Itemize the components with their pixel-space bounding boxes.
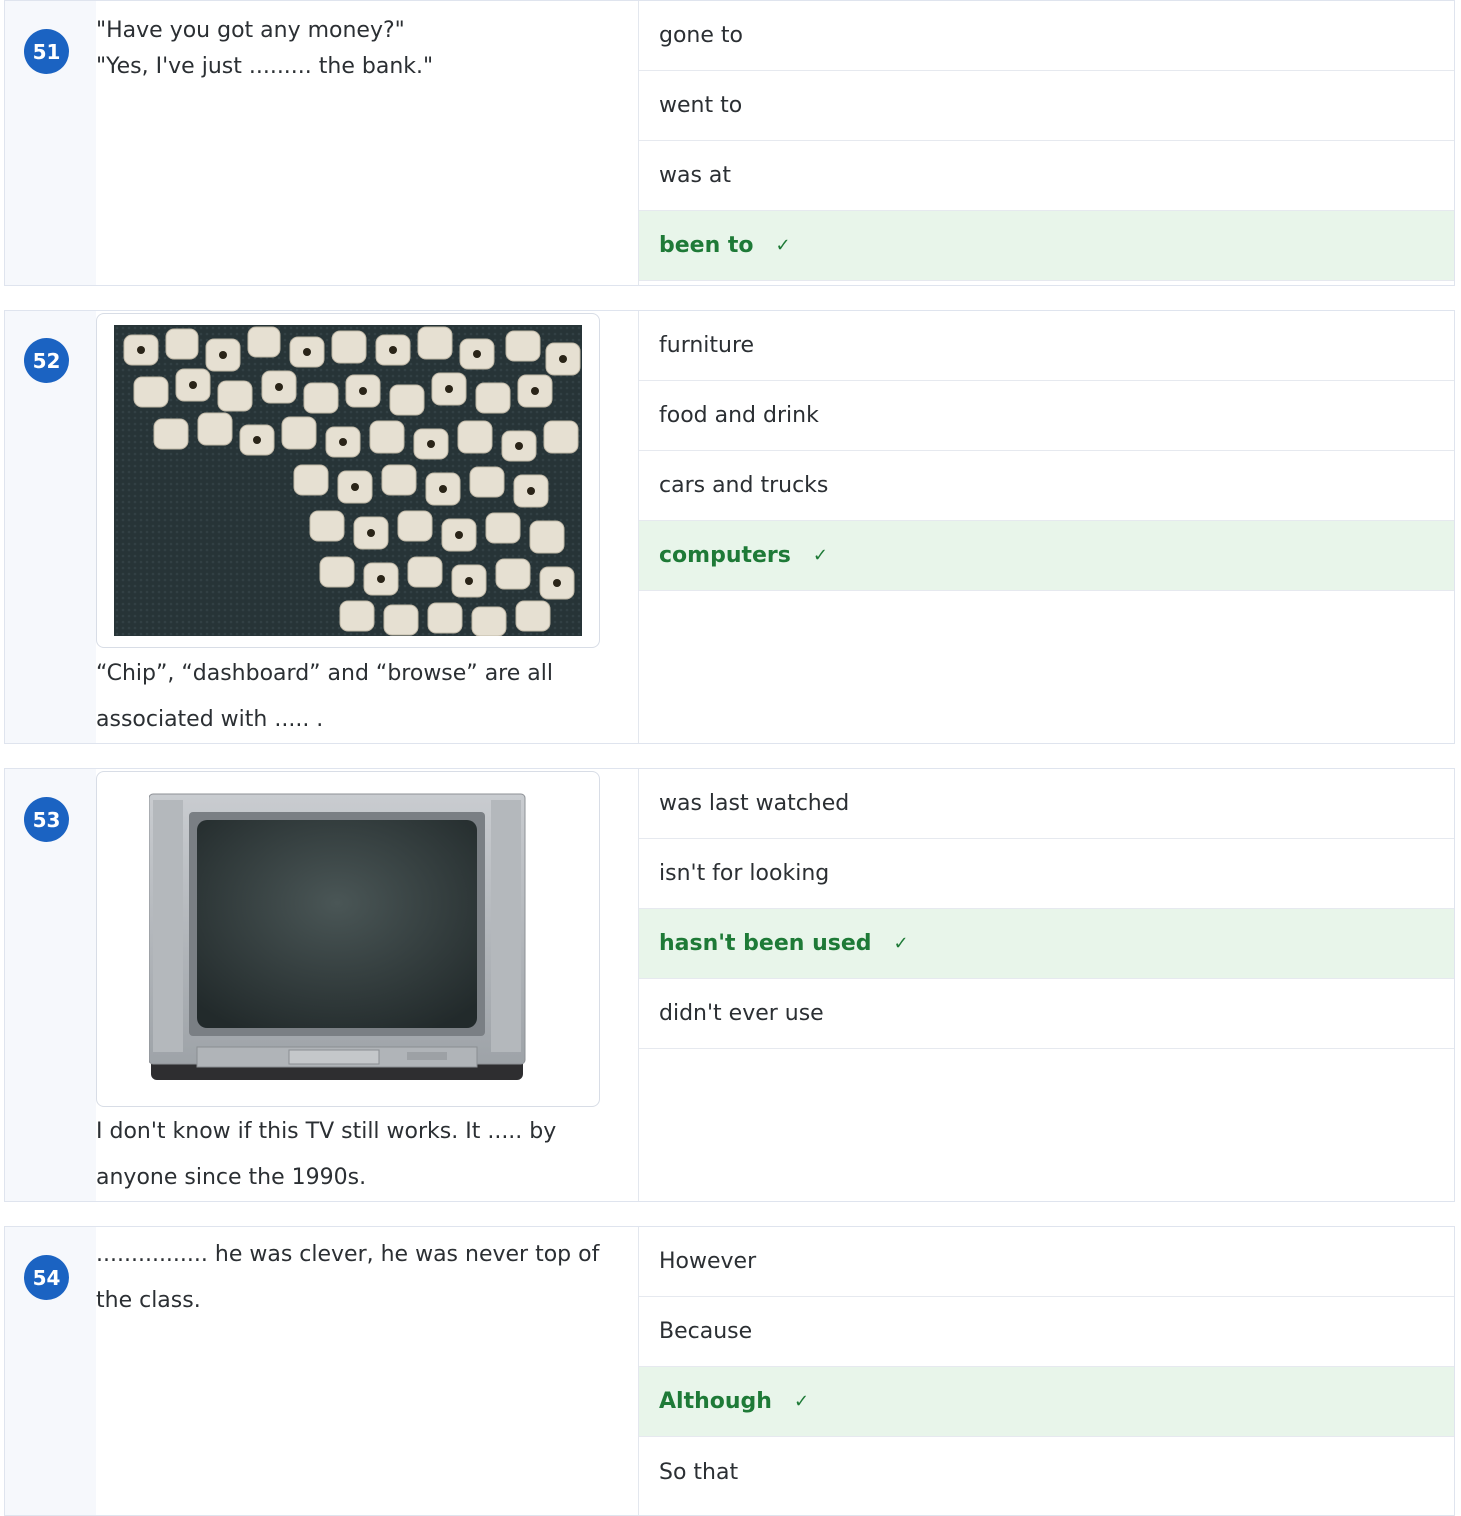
question-card-51: 51 "Have you got any money?" "Yes, I've …: [4, 0, 1455, 286]
answer-option-correct[interactable]: Although ✓: [639, 1367, 1454, 1437]
check-icon: ✓: [775, 235, 791, 256]
option-label: cars and trucks: [659, 473, 829, 498]
question-number-badge: 54: [24, 1255, 69, 1300]
option-label: Although: [659, 1389, 772, 1414]
question-image-frame: [96, 313, 600, 648]
option-label: gone to: [659, 23, 743, 48]
check-icon: ✓: [793, 1391, 810, 1412]
option-label: computers: [659, 543, 791, 568]
answer-option-correct[interactable]: been to ✓: [639, 211, 1454, 281]
answer-options: furniture food and drink cars and trucks…: [638, 311, 1454, 743]
answer-option[interactable]: didn't ever use: [639, 979, 1454, 1049]
answer-option[interactable]: food and drink: [639, 381, 1454, 451]
answer-option[interactable]: cars and trucks: [639, 451, 1454, 521]
question-stem: "Have you got any money?" "Yes, I've jus…: [96, 1, 638, 285]
answer-option-correct[interactable]: computers ✓: [639, 521, 1454, 591]
option-label: furniture: [659, 333, 755, 358]
question-text: ................ he was clever, he was n…: [96, 1242, 600, 1313]
answer-option[interactable]: was last watched: [639, 769, 1454, 839]
answer-options: gone to went to was at been to ✓: [638, 1, 1454, 285]
question-text-line: "Yes, I've just ......... the bank.": [96, 54, 434, 79]
answer-option[interactable]: gone to: [639, 1, 1454, 71]
wooden-letter-beads-image: [114, 325, 582, 636]
question-text-line: "Have you got any money?": [96, 18, 405, 43]
question-image-frame: [96, 771, 600, 1107]
question-card-52: 52 “Chip”, “dashboard” and “browse” are …: [4, 310, 1455, 744]
check-icon: ✓: [893, 933, 909, 954]
option-label: went to: [659, 93, 743, 118]
question-card-53: 53 I don't know if this TV still works. …: [4, 768, 1455, 1202]
option-label: was at: [659, 163, 732, 188]
option-label: So that: [659, 1459, 739, 1485]
option-label: didn't ever use: [659, 1001, 824, 1026]
old-crt-television-image: [149, 793, 526, 1080]
answer-option[interactable]: went to: [639, 71, 1454, 141]
question-number-badge: 53: [24, 797, 69, 842]
question-text: I don't know if this TV still works. It …: [96, 1119, 557, 1190]
answer-option[interactable]: However: [639, 1227, 1454, 1297]
option-label: Because: [659, 1319, 753, 1344]
question-number-badge: 51: [24, 29, 69, 74]
question-number-badge: 52: [24, 338, 69, 383]
answer-option[interactable]: So that: [639, 1437, 1454, 1507]
option-label: hasn't been used: [659, 931, 872, 956]
answer-option[interactable]: Because: [639, 1297, 1454, 1367]
question-text: “Chip”, “dashboard” and “browse” are all…: [96, 661, 553, 732]
answer-option-correct[interactable]: hasn't been used ✓: [639, 909, 1454, 979]
option-label: isn't for looking: [659, 861, 830, 886]
option-label: However: [659, 1249, 757, 1274]
option-label: been to: [659, 233, 754, 258]
answer-option[interactable]: was at: [639, 141, 1454, 211]
answer-options: was last watched isn't for looking hasn'…: [638, 769, 1454, 1201]
option-label: was last watched: [659, 791, 850, 816]
question-stem: ................ he was clever, he was n…: [96, 1227, 638, 1515]
answer-option[interactable]: isn't for looking: [639, 839, 1454, 909]
question-stem: I don't know if this TV still works. It …: [96, 769, 638, 1201]
question-stem: “Chip”, “dashboard” and “browse” are all…: [96, 311, 638, 743]
answer-options: However Because Although ✓ So that: [638, 1227, 1454, 1515]
answer-option[interactable]: furniture: [639, 311, 1454, 381]
option-label: food and drink: [659, 403, 819, 428]
check-icon: ✓: [812, 545, 828, 566]
question-card-54: 54 ................ he was clever, he wa…: [4, 1226, 1455, 1516]
